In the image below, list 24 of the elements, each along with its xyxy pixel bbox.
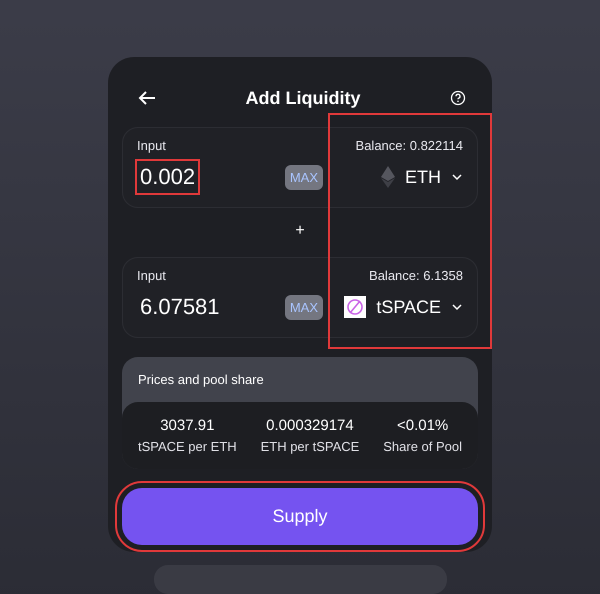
chevron-down-icon: [451, 303, 463, 311]
token-logo-icon: [344, 296, 366, 318]
back-arrow-icon[interactable]: [138, 90, 156, 106]
price-label: ETH per tSPACE: [260, 439, 360, 454]
prices-title: Prices and pool share: [137, 371, 265, 389]
price-value: 0.000329174: [266, 417, 354, 434]
diamond-icon: [381, 166, 395, 188]
input-label: Input: [137, 268, 166, 283]
amount-field[interactable]: 0.002: [137, 161, 198, 193]
token-selector[interactable]: tSPACE: [333, 296, 463, 318]
amount-field[interactable]: 6.07581: [137, 291, 223, 323]
plus-sign: +: [295, 222, 305, 240]
price-label: tSPACE per ETH: [138, 439, 237, 454]
price-value: 3037.91: [160, 417, 214, 434]
supply-button[interactable]: Supply: [122, 488, 478, 545]
balance-text: Balance: 0.822114: [356, 138, 463, 153]
page-title: Add Liquidity: [246, 88, 360, 108]
price-value: <0.01%: [396, 417, 448, 434]
price-label: Share of Pool: [383, 439, 462, 454]
token-selector[interactable]: ETH: [333, 166, 463, 188]
help-icon[interactable]: [450, 90, 466, 106]
balance-text: Balance: 6.1358: [369, 268, 463, 283]
input-label: Input: [137, 138, 166, 153]
chevron-down-icon: [451, 173, 463, 181]
